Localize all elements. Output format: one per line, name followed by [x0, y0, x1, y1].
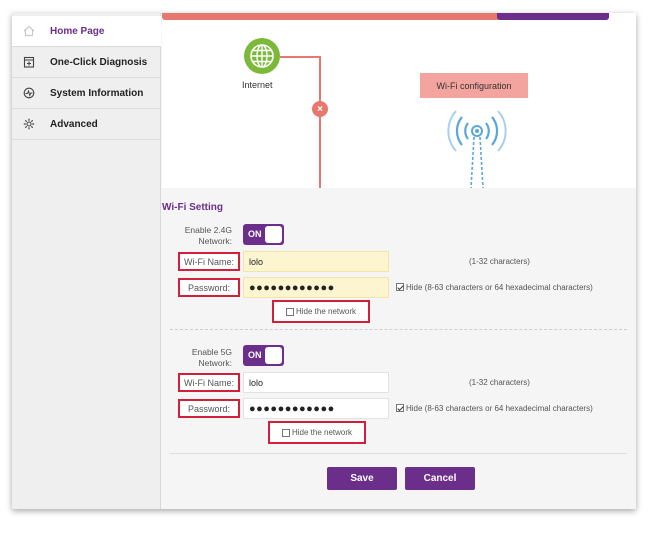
- sidebar-item-label: Advanced: [50, 118, 98, 130]
- home-icon: [19, 25, 39, 37]
- checkbox-icon[interactable]: [285, 307, 294, 316]
- password-hint-text: Hide (8-63 characters or 64 hexadecimal …: [406, 404, 593, 413]
- section-divider: [170, 329, 627, 330]
- section-title: Wi-Fi Setting: [162, 202, 224, 213]
- toggle-knob: [265, 347, 282, 364]
- wifi-name-5g-input[interactable]: lolo: [243, 372, 389, 393]
- connection-line: [319, 56, 321, 188]
- sidebar-item-one-click-diagnosis[interactable]: One-Click Diagnosis: [12, 47, 161, 78]
- password-hint-text: Hide (8-63 characters or 64 hexadecimal …: [406, 283, 593, 292]
- password-24g-label: Password:: [178, 278, 240, 297]
- password-5g-hide-option[interactable]: Hide (8-63 characters or 64 hexadecimal …: [396, 404, 593, 413]
- sidebar-item-label: Home Page: [50, 25, 105, 37]
- wifi-signal-icon: [432, 101, 522, 189]
- connection-error-icon: ×: [312, 101, 328, 117]
- sidebar-item-advanced[interactable]: Advanced: [12, 109, 161, 140]
- toggle-state: ON: [248, 350, 262, 360]
- sidebar-item-system-information[interactable]: System Information: [12, 78, 161, 109]
- password-24g-input[interactable]: ●●●●●●●●●●●●: [243, 277, 389, 298]
- wifi-name-5g-label: Wi-Fi Name:: [178, 373, 240, 392]
- wifi-name-5g-hint: (1-32 characters): [469, 378, 530, 387]
- password-5g-label: Password:: [178, 399, 240, 418]
- wifi-settings-panel: Wi-Fi Setting Enable 2.4G Network: ON Wi…: [162, 188, 636, 509]
- hide-network-24g-checkbox[interactable]: Hide the network: [272, 300, 370, 323]
- hide-network-label: Hide the network: [295, 307, 357, 316]
- toggle-state: ON: [248, 229, 262, 239]
- enable-label-line2: Network:: [198, 236, 232, 246]
- toggle-knob: [265, 226, 282, 243]
- status-bar-accent: [497, 13, 609, 20]
- checkbox-icon[interactable]: [281, 428, 290, 437]
- hide-password-checkbox[interactable]: [396, 283, 404, 291]
- network-diagram: Internet × Wi-Fi configuration: [162, 13, 636, 189]
- wifi-name-24g-input[interactable]: lolo: [243, 251, 389, 272]
- sidebar: Home Page One-Click Diagnosis System Inf…: [12, 13, 163, 509]
- hide-network-5g-checkbox[interactable]: Hide the network: [268, 421, 366, 444]
- enable-label-line1: Enable 5G: [191, 347, 232, 357]
- diagnosis-icon: [19, 56, 39, 68]
- enable-24g-label: Enable 2.4G Network:: [166, 225, 232, 247]
- enable-label-line2: Network:: [198, 358, 232, 368]
- internet-globe-icon: [244, 38, 280, 74]
- save-button[interactable]: Save: [327, 467, 397, 490]
- wifi-name-24g-hint: (1-32 characters): [469, 257, 530, 266]
- info-icon: [19, 87, 39, 99]
- password-5g-input[interactable]: ●●●●●●●●●●●●: [243, 398, 389, 419]
- sidebar-item-home-page[interactable]: Home Page: [12, 16, 161, 47]
- password-24g-hide-option[interactable]: Hide (8-63 characters or 64 hexadecimal …: [396, 283, 593, 292]
- gear-icon: [19, 118, 39, 130]
- enable-5g-toggle[interactable]: ON: [243, 345, 284, 366]
- wifi-configuration-label[interactable]: Wi-Fi configuration: [420, 73, 528, 98]
- wifi-name-24g-label: Wi-Fi Name:: [178, 252, 240, 271]
- cancel-button[interactable]: Cancel: [405, 467, 475, 490]
- connection-line: [280, 56, 320, 58]
- sidebar-item-label: One-Click Diagnosis: [50, 56, 148, 68]
- enable-label-line1: Enable 2.4G: [184, 225, 232, 235]
- hide-password-checkbox[interactable]: [396, 404, 404, 412]
- enable-5g-label: Enable 5G Network:: [166, 347, 232, 369]
- sidebar-item-label: System Information: [50, 87, 144, 99]
- router-admin-window: Home Page One-Click Diagnosis System Inf…: [12, 13, 636, 509]
- hide-network-label: Hide the network: [291, 428, 353, 437]
- internet-label: Internet: [242, 80, 273, 90]
- footer-divider: [170, 453, 627, 454]
- enable-24g-toggle[interactable]: ON: [243, 224, 284, 245]
